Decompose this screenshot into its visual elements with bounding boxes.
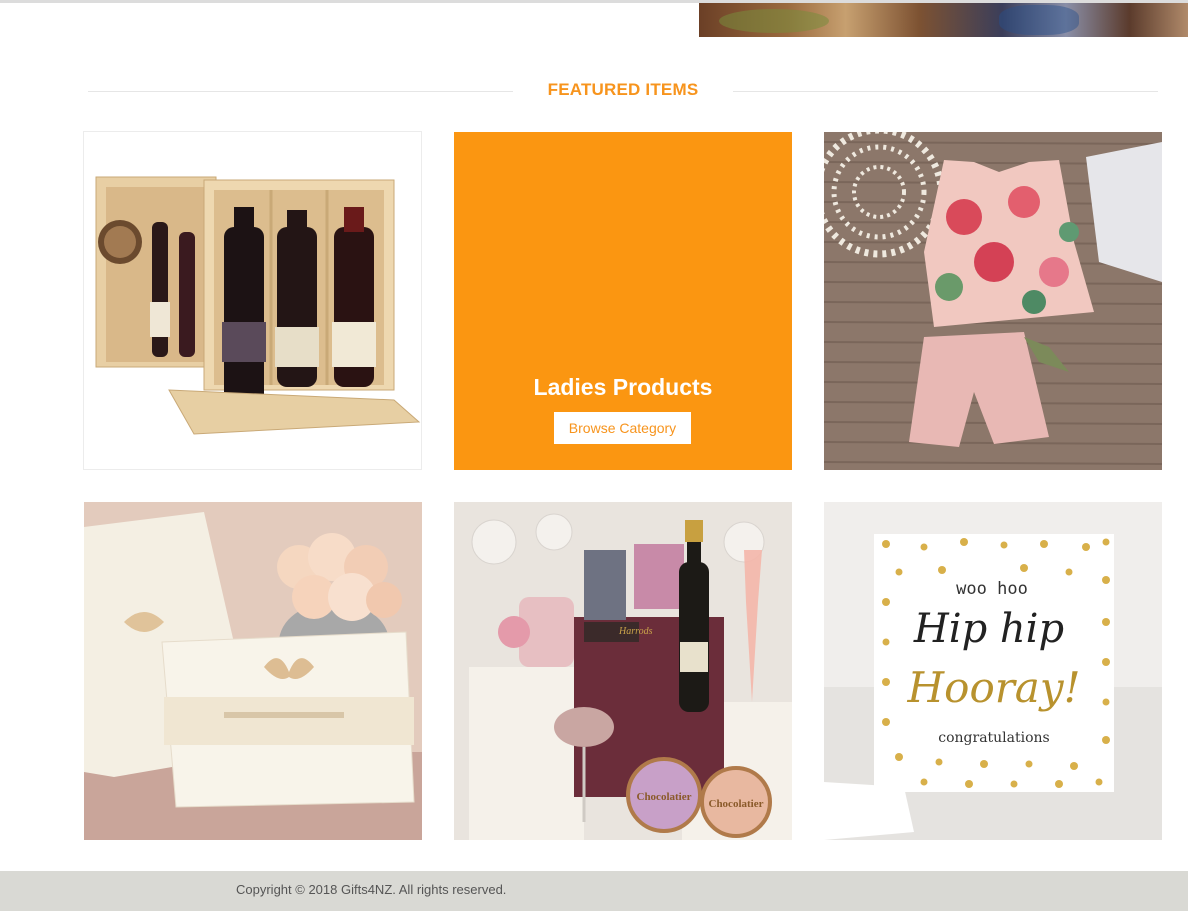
chocolatier-label-right: Chocolatier xyxy=(709,798,764,810)
product-tile-wine-box[interactable] xyxy=(83,131,422,470)
banner-image[interactable] xyxy=(699,3,1188,37)
floral-kids-outfit-image xyxy=(824,132,1162,470)
divider-right xyxy=(733,91,1158,92)
wedding-invitation-image xyxy=(84,502,422,840)
featured-header: FEATURED ITEMS xyxy=(88,78,1158,104)
chocolatier-label-left: Chocolatier xyxy=(637,791,692,803)
site-footer: Copyright © 2018 Gifts4NZ. All rights re… xyxy=(0,871,1188,911)
browse-category-button[interactable]: Browse Category xyxy=(554,412,691,444)
harrods-label: Harrods xyxy=(618,626,653,637)
copyright-text: Copyright © 2018 Gifts4NZ. All rights re… xyxy=(236,882,507,897)
wine-gift-box-image xyxy=(95,176,421,435)
card-text-congratulations: congratulations xyxy=(938,730,1050,746)
card-text-hip-hip: Hip hip xyxy=(913,606,1064,652)
product-tile-harrods-hamper[interactable]: Harrods Chocolatier Chocolatier xyxy=(454,502,792,840)
product-tile-wedding-cards[interactable] xyxy=(84,502,422,840)
category-title: Ladies Products xyxy=(533,374,713,400)
banner-image-detail xyxy=(999,5,1079,35)
product-tile-kids-outfit[interactable] xyxy=(824,132,1162,470)
card-text-hooray: Hooray! xyxy=(907,663,1081,712)
section-title: FEATURED ITEMS xyxy=(547,80,699,99)
category-tile-ladies-products[interactable]: Ladies Products Browse Category xyxy=(454,132,792,470)
divider-left xyxy=(88,91,513,92)
luxury-hamper-image: Harrods Chocolatier Chocolatier xyxy=(454,502,792,840)
product-tile-greeting-card[interactable]: woo hoo Hip hip Hooray! congratulations xyxy=(824,502,1162,840)
card-text-woo-hoo: woo hoo xyxy=(956,579,1028,599)
banner-image-detail xyxy=(719,9,829,33)
congratulations-card-image: woo hoo Hip hip Hooray! congratulations xyxy=(824,502,1162,840)
